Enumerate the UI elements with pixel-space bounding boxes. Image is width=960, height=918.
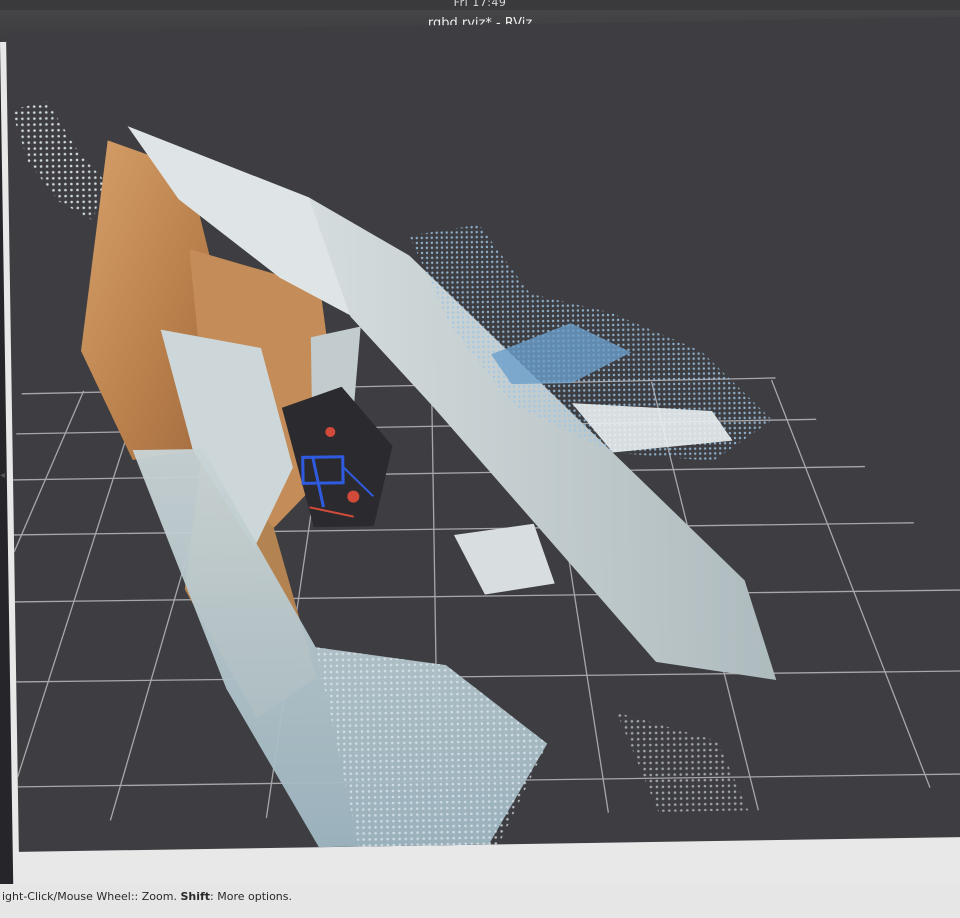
status-hint-part1: ight-Click/Mouse Wheel:: Zoom. — [2, 890, 181, 903]
status-hint-shift: Shift — [180, 890, 211, 903]
status-bar: ight-Click/Mouse Wheel:: Zoom. Shift: Mo… — [0, 884, 960, 918]
screen: Fri 17:49 rgbd.rviz* - RViz ◂ ight-Click… — [0, 0, 960, 918]
render-viewport[interactable] — [6, 16, 960, 852]
clock: Fri 17:49 — [453, 0, 507, 9]
point-cloud-left-speckles — [11, 101, 105, 221]
collapse-handle-icon[interactable]: ◂ — [0, 470, 5, 481]
viewport-canvas[interactable] — [6, 17, 960, 852]
status-hint: ight-Click/Mouse Wheel:: Zoom. Shift: Mo… — [2, 890, 292, 903]
status-hint-part2: : More options. — [210, 890, 293, 903]
